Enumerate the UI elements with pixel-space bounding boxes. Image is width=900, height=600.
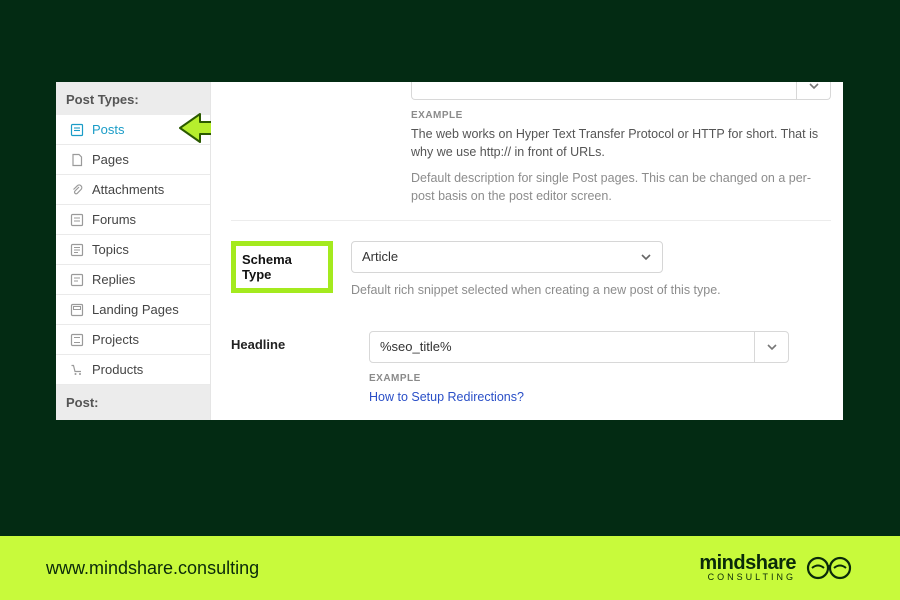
divider — [231, 220, 831, 221]
schema-type-help: Default rich snippet selected when creat… — [351, 281, 831, 299]
sidebar-item-label: Attachments — [92, 182, 164, 197]
top-input[interactable] — [412, 82, 796, 99]
glasses-logo-icon — [804, 553, 854, 583]
schema-type-label-highlighted: Schema Type — [231, 241, 333, 293]
example-text: The web works on Hyper Text Transfer Pro… — [411, 125, 831, 161]
sidebar-item-pages[interactable]: Pages — [56, 145, 210, 175]
headline-input-group: %seo_title% — [369, 331, 789, 363]
sidebar-item-label: Landing Pages — [92, 302, 179, 317]
sidebar-item-label: Posts — [92, 122, 125, 137]
sidebar-item-replies[interactable]: Replies — [56, 265, 210, 295]
page-icon — [70, 153, 84, 167]
settings-panel: Post Types: Posts Pages Attachments Foru… — [56, 82, 843, 420]
schema-type-dropdown[interactable]: Article — [351, 241, 663, 273]
sidebar-item-label: Topics — [92, 242, 129, 257]
sidebar-item-landing-pages[interactable]: Landing Pages — [56, 295, 210, 325]
headline-row: Headline %seo_title% EXAMPLE How to Setu… — [231, 321, 831, 406]
headline-input[interactable]: %seo_title% — [370, 332, 754, 362]
chevron-down-icon — [640, 251, 652, 263]
brand-text: mindshare CONSULTING — [699, 554, 796, 582]
top-input-dropdown-toggle[interactable] — [796, 82, 830, 99]
brand-name: mindshare — [699, 554, 796, 573]
project-icon — [70, 333, 84, 347]
sidebar-item-label: Projects — [92, 332, 139, 347]
headline-example-label: EXAMPLE — [369, 373, 831, 384]
landing-icon — [70, 303, 84, 317]
post-icon — [70, 123, 84, 137]
forum-icon — [70, 213, 84, 227]
sidebar-item-label: Forums — [92, 212, 136, 227]
sidebar-item-label: Pages — [92, 152, 129, 167]
chevron-down-icon — [766, 341, 778, 353]
sidebar-item-forums[interactable]: Forums — [56, 205, 210, 235]
sidebar-item-label: Replies — [92, 272, 135, 287]
headline-example-link[interactable]: How to Setup Redirections? — [369, 388, 831, 406]
help-text-description: Default description for single Post page… — [411, 169, 831, 205]
footer-brand: mindshare CONSULTING — [699, 553, 854, 583]
schema-type-row: Schema Type Article Default rich snippet… — [231, 241, 831, 299]
footer-url: www.mindshare.consulting — [46, 558, 259, 579]
sidebar-item-projects[interactable]: Projects — [56, 325, 210, 355]
sidebar: Post Types: Posts Pages Attachments Foru… — [56, 82, 211, 420]
sidebar-item-products[interactable]: Products — [56, 355, 210, 385]
sidebar-item-attachments[interactable]: Attachments — [56, 175, 210, 205]
slide-footer: www.mindshare.consulting mindshare CONSU… — [0, 536, 900, 600]
headline-dropdown-toggle[interactable] — [754, 332, 788, 362]
chevron-down-icon — [808, 82, 820, 92]
sidebar-heading-post: Post: — [56, 385, 210, 420]
reply-icon — [70, 273, 84, 287]
main-content: EXAMPLE The web works on Hyper Text Tran… — [211, 82, 843, 420]
sidebar-heading-post-types: Post Types: — [56, 82, 210, 115]
sidebar-item-posts[interactable]: Posts — [56, 115, 210, 145]
headline-label: Headline — [231, 331, 351, 352]
topic-icon — [70, 243, 84, 257]
schema-type-value: Article — [362, 249, 398, 264]
example-label: EXAMPLE — [411, 110, 831, 121]
cart-icon — [70, 363, 84, 377]
brand-subtitle: CONSULTING — [708, 573, 796, 582]
sidebar-item-topics[interactable]: Topics — [56, 235, 210, 265]
top-input-group — [411, 82, 831, 100]
sidebar-item-label: Products — [92, 362, 143, 377]
attachment-icon — [70, 183, 84, 197]
